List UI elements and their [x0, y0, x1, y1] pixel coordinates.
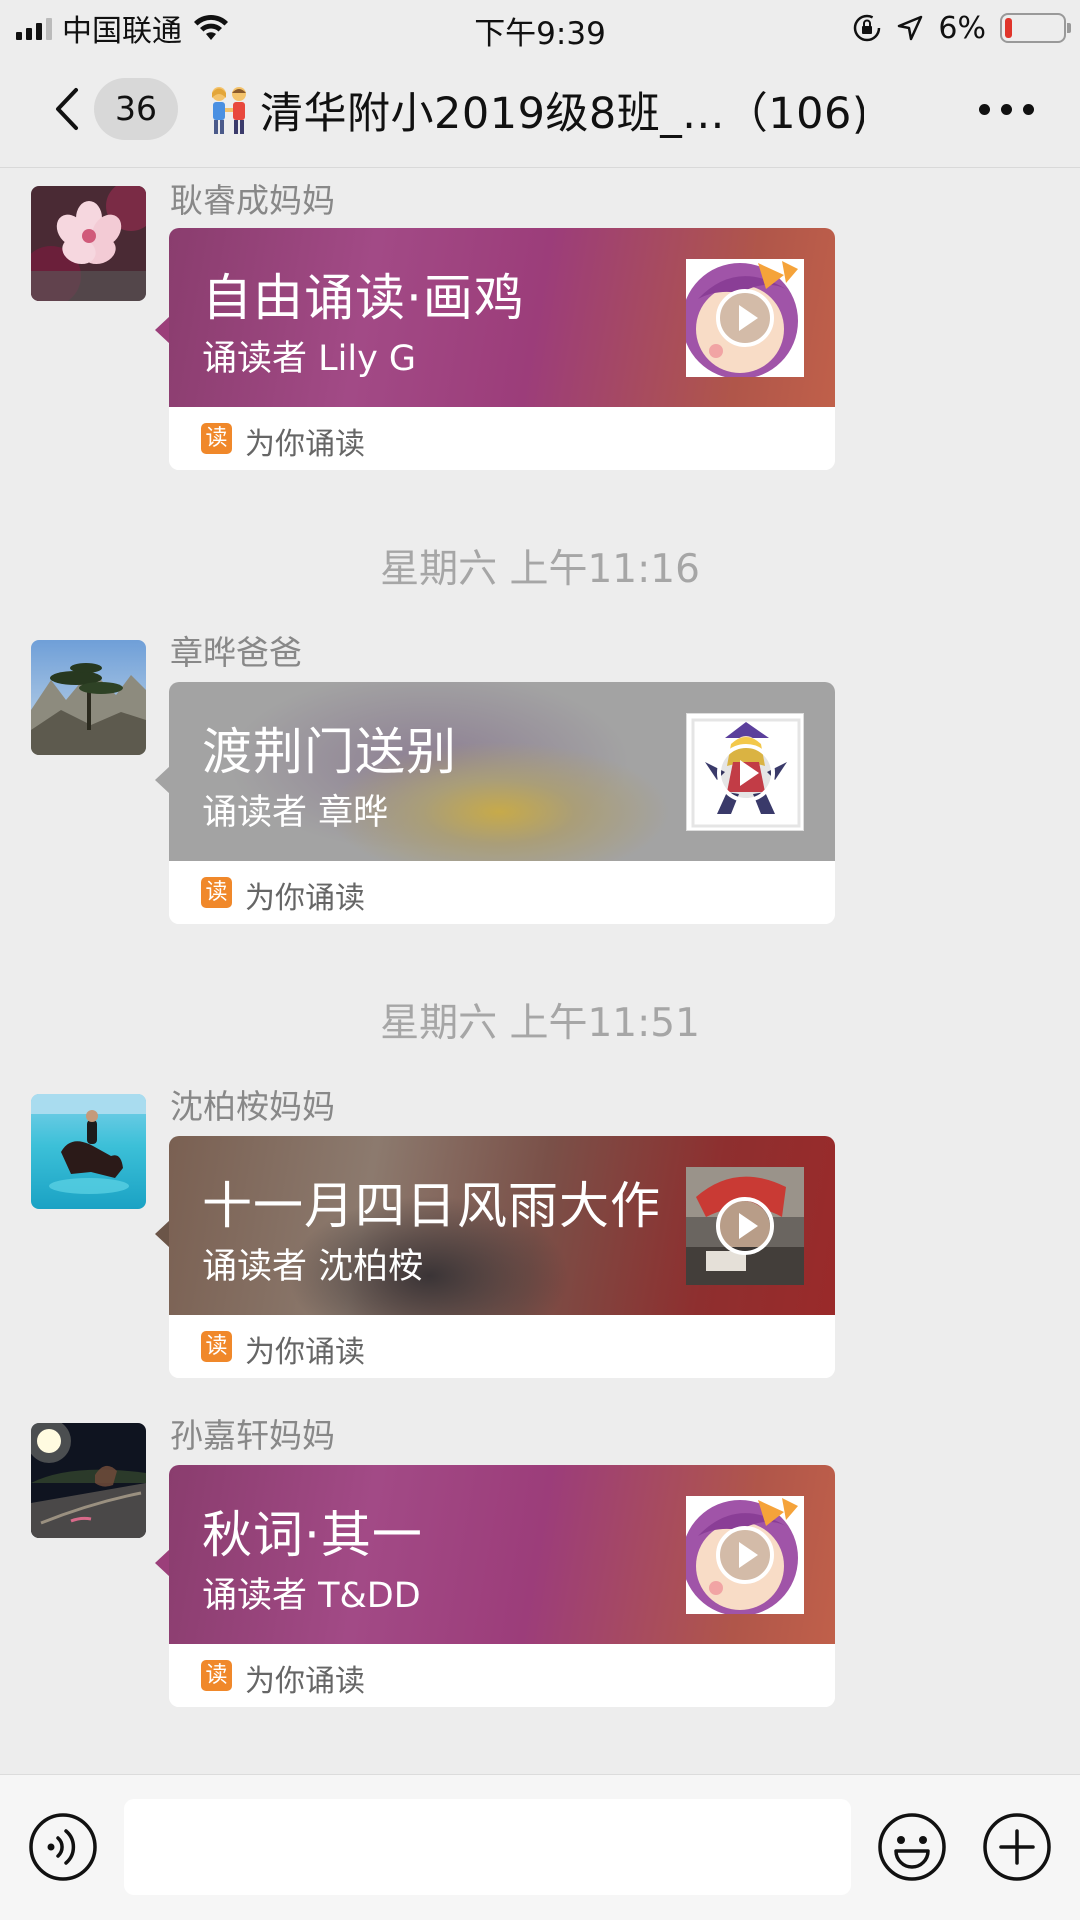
- battery-level-fill: [1005, 18, 1012, 38]
- sender-name: 沈柏桉妈妈: [170, 1087, 335, 1126]
- card-footer: 读 为你诵读: [169, 407, 835, 470]
- card-title: 秋词·其一: [202, 1506, 423, 1564]
- play-icon[interactable]: [714, 1195, 776, 1257]
- card-title: 渡荆门送别: [202, 723, 457, 781]
- status-right: 6%: [852, 8, 1071, 48]
- card-source: 为你诵读: [245, 1335, 365, 1370]
- rotation-lock-icon: [854, 14, 881, 42]
- unread-count-badge[interactable]: 36: [94, 78, 178, 140]
- sender-name: 耿睿成妈妈: [170, 181, 335, 220]
- input-bar: [0, 1774, 1080, 1920]
- time-separator: 星期六 上午11:51: [380, 1001, 700, 1046]
- chat-title[interactable]: 清华附小2019级8班_...（106): [204, 82, 864, 138]
- avatar[interactable]: [31, 1423, 146, 1538]
- card-title: 十一月四日风雨大作: [202, 1177, 661, 1235]
- card-reader: 诵读者 章晔: [202, 793, 389, 833]
- chat-title-text: 清华附小2019级8班_...（106): [260, 89, 864, 138]
- sender-name: 孙嘉轩妈妈: [170, 1416, 335, 1455]
- card-header: 自由诵读·画鸡 诵读者 Lily G: [169, 228, 835, 407]
- cover-thumbnail[interactable]: [686, 259, 804, 377]
- recitation-card[interactable]: 十一月四日风雨大作 诵读者 沈柏桉 读 为你诵读: [169, 1136, 835, 1378]
- recitation-card[interactable]: 秋词·其一 诵读者 T&DD 读 为你诵读: [169, 1465, 835, 1707]
- card-reader: 诵读者 T&DD: [202, 1576, 421, 1616]
- bubble-pointer: [155, 766, 170, 794]
- plus-circle-icon[interactable]: [981, 1811, 1053, 1883]
- avatar[interactable]: [31, 186, 146, 301]
- location-arrow-icon: [898, 15, 923, 41]
- sender-name: 章晔爸爸: [170, 633, 302, 672]
- play-icon[interactable]: [715, 742, 777, 804]
- recitation-card[interactable]: 自由诵读·画鸡 诵读者 Lily G 读 为你诵读: [169, 228, 835, 470]
- avatar[interactable]: [31, 640, 146, 755]
- more-dots-icon[interactable]: [968, 94, 1044, 124]
- bubble-pointer: [155, 1549, 170, 1577]
- bubble-pointer: [155, 316, 170, 344]
- cover-thumbnail[interactable]: [686, 1496, 804, 1614]
- status-bar: 中国联通 下午9:39 6%: [0, 0, 1080, 54]
- card-reader: 诵读者 沈柏桉: [202, 1247, 424, 1287]
- card-header: 十一月四日风雨大作 诵读者 沈柏桉: [169, 1136, 835, 1315]
- cover-thumbnail[interactable]: [686, 713, 804, 831]
- read-app-icon: 读: [201, 877, 232, 908]
- card-header: 渡荆门送别 诵读者 章晔: [169, 682, 835, 861]
- avatar[interactable]: [31, 1094, 146, 1209]
- recitation-card[interactable]: 渡荆门送别 诵读者 章晔 读 为你诵读: [169, 682, 835, 924]
- chevron-left-icon[interactable]: [48, 84, 88, 134]
- card-header: 秋词·其一 诵读者 T&DD: [169, 1465, 835, 1644]
- card-source: 为你诵读: [245, 427, 365, 462]
- card-source: 为你诵读: [245, 1664, 365, 1699]
- message-input[interactable]: [124, 1799, 851, 1895]
- play-icon[interactable]: [714, 1524, 776, 1586]
- battery-icon: [1000, 13, 1071, 43]
- read-app-icon: 读: [201, 1331, 232, 1362]
- read-app-icon: 读: [201, 423, 232, 454]
- card-footer: 读 为你诵读: [169, 1315, 835, 1378]
- play-icon[interactable]: [714, 287, 776, 349]
- card-reader: 诵读者 Lily G: [202, 339, 417, 379]
- couple-emoji-icon: [212, 87, 246, 134]
- read-app-icon: 读: [201, 1660, 232, 1691]
- cover-thumbnail[interactable]: [686, 1167, 804, 1285]
- card-footer: 读 为你诵读: [169, 861, 835, 924]
- card-source: 为你诵读: [245, 881, 365, 916]
- time-separator: 星期六 上午11:16: [380, 547, 700, 592]
- battery-percent: 6%: [938, 10, 986, 46]
- card-title: 自由诵读·画鸡: [202, 269, 525, 327]
- voice-icon[interactable]: [27, 1811, 99, 1883]
- card-footer: 读 为你诵读: [169, 1644, 835, 1707]
- smiley-icon[interactable]: [876, 1811, 948, 1883]
- bubble-pointer: [155, 1220, 170, 1248]
- nav-bar: 36 清华附小2019级8班_...（106): [0, 54, 1080, 168]
